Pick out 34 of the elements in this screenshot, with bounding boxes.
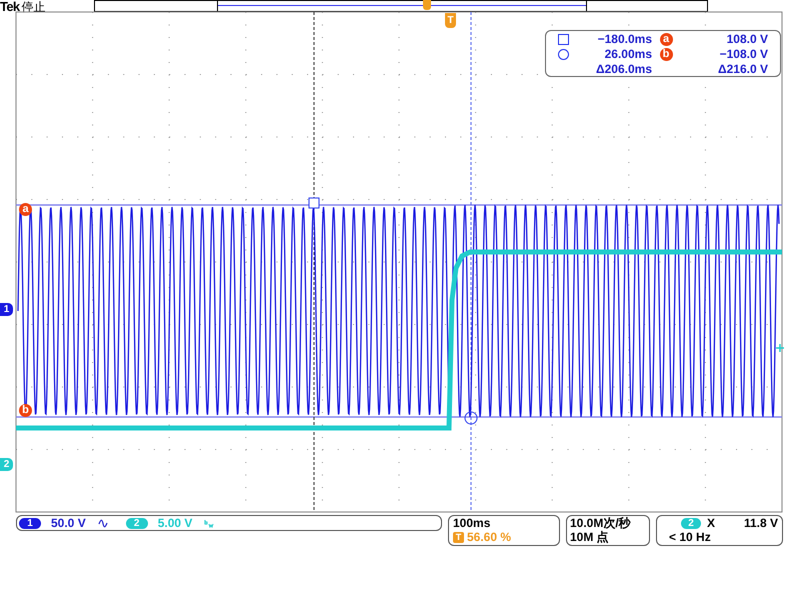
cursor-square-icon: [308, 198, 320, 208]
time-reading: −180.0ms: [596, 32, 652, 47]
cursor-square-icon: [558, 34, 569, 45]
channel-marker: 1: [0, 303, 13, 316]
voltage-reading: −108.0 V: [718, 47, 768, 62]
time-reading: 26.00ms: [604, 47, 652, 62]
measurement-symbol: X: [707, 516, 716, 530]
channel-badge: 1: [19, 518, 41, 528]
trigger-marker: T: [445, 13, 456, 28]
voltage-reading: 108.0 V: [726, 32, 768, 47]
voltage-delta: Δ216.0 V: [717, 62, 768, 77]
channel-badge: 2: [681, 518, 701, 528]
trigger-position-icon: [422, 0, 430, 10]
cursor-label: b: [660, 48, 672, 61]
channel-badge: 2: [126, 518, 148, 528]
cross-marker-icon: [775, 343, 785, 353]
channel-scale: 5.00 V: [158, 516, 192, 530]
record-length: 10M 点: [570, 530, 610, 544]
frequency-reading: < 10 Hz: [669, 530, 712, 544]
time-delta: Δ206.0ms: [595, 62, 652, 77]
trigger-position: 56.60 %: [467, 530, 512, 544]
cursor-label: a: [19, 203, 32, 216]
channel-marker: 2: [0, 458, 13, 471]
cursor-circle-icon: [464, 412, 478, 424]
cursor-label: b: [19, 404, 32, 417]
measurement-value: 11.8 V: [744, 516, 778, 530]
trigger-badge: T: [453, 532, 464, 542]
sample-rate: 10.0M次/秒: [570, 516, 632, 530]
channel-scale: 50.0 V: [51, 516, 86, 530]
cursor-label: a: [660, 33, 672, 46]
timebase-scale: 100ms: [453, 516, 492, 530]
bandwidth-limit-icon: [204, 518, 214, 528]
ac-coupling-icon: [98, 518, 108, 528]
brand-logo: Tek: [0, 0, 20, 14]
